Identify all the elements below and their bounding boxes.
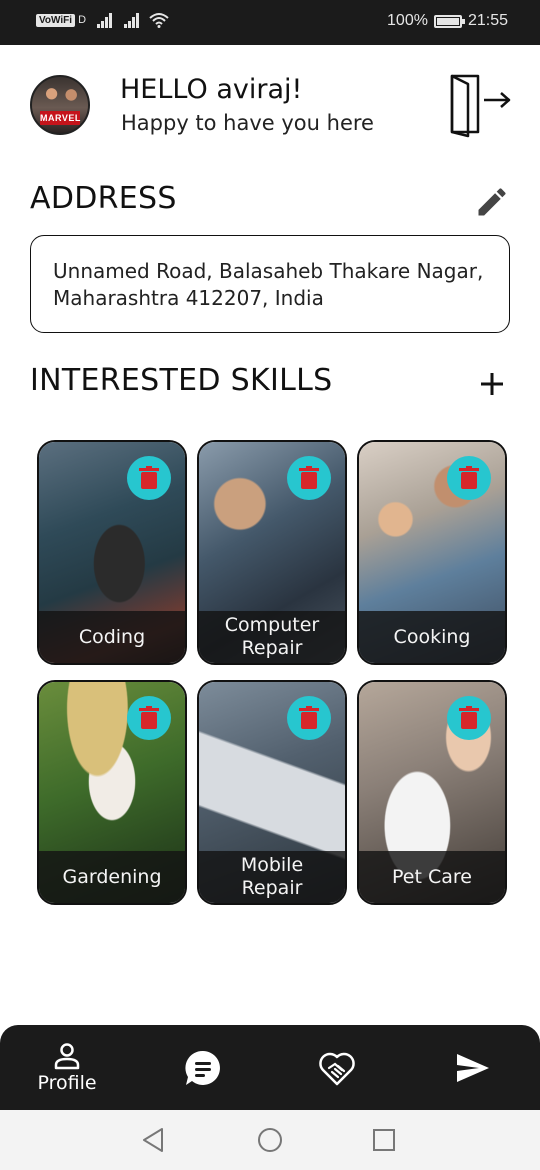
delete-skill-button[interactable] xyxy=(447,456,491,500)
logout-button[interactable] xyxy=(444,72,514,138)
skill-card-gardening[interactable]: Gardening xyxy=(37,680,187,905)
delete-skill-button[interactable] xyxy=(127,456,171,500)
system-back-button[interactable] xyxy=(138,1124,170,1156)
edit-address-button[interactable] xyxy=(474,184,510,220)
skills-title: INTERESTED SKILLS xyxy=(30,363,333,398)
skill-label: Pet Care xyxy=(359,851,505,903)
skill-card-cooking[interactable]: Cooking xyxy=(357,440,507,665)
nav-send[interactable] xyxy=(446,1025,500,1110)
greeting-title: HELLO aviraj! xyxy=(120,74,303,105)
trash-icon xyxy=(459,466,479,489)
status-left: VoWiFi D xyxy=(36,12,169,28)
skill-card-coding[interactable]: Coding xyxy=(37,440,187,665)
system-home-button[interactable] xyxy=(254,1124,286,1156)
avatar-badge: MARVEL xyxy=(40,111,81,125)
battery-percent: 100% xyxy=(387,12,428,29)
vowifi-sub: D xyxy=(78,14,87,26)
delete-skill-button[interactable] xyxy=(287,696,331,740)
person-icon xyxy=(54,1042,80,1069)
pencil-icon xyxy=(478,188,506,216)
signal-icon xyxy=(122,12,140,28)
trash-icon xyxy=(299,466,319,489)
avatar[interactable]: MARVEL xyxy=(30,75,90,135)
skill-label: Gardening xyxy=(39,851,185,903)
skill-label: Computer Repair xyxy=(199,611,345,663)
skill-label: Coding xyxy=(39,611,185,663)
delete-skill-button[interactable] xyxy=(127,696,171,740)
home-circle-icon xyxy=(258,1128,282,1152)
back-triangle-icon xyxy=(143,1128,163,1152)
clock: 21:55 xyxy=(467,12,508,29)
wifi-icon xyxy=(149,13,169,28)
nav-profile-label: Profile xyxy=(37,1071,97,1094)
address-text: Unnamed Road, Balasaheb Thakare Nagar, M… xyxy=(30,235,510,333)
skill-card-computer-repair[interactable]: Computer Repair xyxy=(197,440,347,665)
logout-door-icon xyxy=(450,74,511,138)
add-skill-button[interactable] xyxy=(474,366,510,402)
system-nav-bar xyxy=(0,1110,540,1170)
trash-icon xyxy=(139,466,159,489)
skill-label: Mobile Repair xyxy=(199,851,345,903)
delete-skill-button[interactable] xyxy=(287,456,331,500)
skill-card-pet-care[interactable]: Pet Care xyxy=(357,680,507,905)
status-bar: VoWiFi D 100% 21:55 xyxy=(0,0,540,45)
nav-profile[interactable]: Profile xyxy=(22,1025,112,1110)
trash-icon xyxy=(459,706,479,729)
signal-icon xyxy=(95,12,113,28)
system-recents-button[interactable] xyxy=(368,1124,400,1156)
address-title: ADDRESS xyxy=(30,181,177,216)
status-right: 100% 21:55 xyxy=(387,12,508,30)
delete-skill-button[interactable] xyxy=(447,696,491,740)
nav-partners[interactable] xyxy=(310,1025,364,1110)
plus-icon xyxy=(481,373,503,395)
handshake-heart-icon xyxy=(319,1052,355,1085)
greeting-subtitle: Happy to have you here xyxy=(121,111,374,135)
recents-square-icon xyxy=(373,1129,395,1151)
battery-icon xyxy=(433,14,465,28)
skill-label: Cooking xyxy=(359,611,505,663)
trash-icon xyxy=(299,706,319,729)
send-icon xyxy=(457,1053,489,1082)
chat-bubble-icon xyxy=(185,1050,220,1085)
trash-icon xyxy=(139,706,159,729)
nav-chat[interactable] xyxy=(176,1025,230,1110)
bottom-nav: Profile xyxy=(0,1025,540,1110)
skill-card-mobile-repair[interactable]: Mobile Repair xyxy=(197,680,347,905)
vowifi-badge: VoWiFi xyxy=(36,13,76,27)
